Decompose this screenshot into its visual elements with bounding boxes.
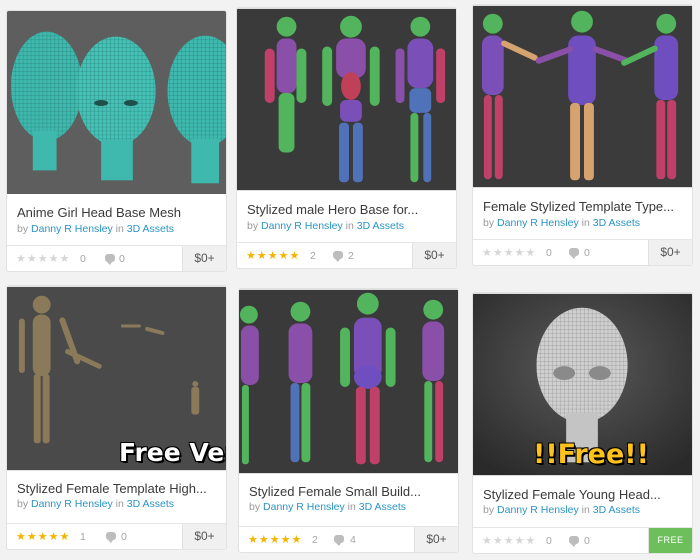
product-byline: by Danny R Hensley in 3D Assets [247,220,404,232]
product-card[interactable]: Female Stylized Template Type... by Dann… [472,4,693,266]
by-label: by [249,501,261,513]
comment-bubble-icon [334,535,344,546]
comment-count: 2 [348,250,354,262]
rating-count: 0 [546,535,552,547]
author-link[interactable]: Danny R Hensley [261,220,343,232]
in-label: in [345,220,354,232]
product-byline: by Danny R Hensley in 3D Assets [17,223,174,235]
comment-count: 4 [350,534,356,546]
comment-count: 0 [121,531,127,543]
product-thumbnail[interactable] [239,289,458,474]
product-title[interactable]: Stylized Female Young Head... [483,487,661,502]
card-footer: ★★★★★ 1 0 $0+ [7,523,226,549]
product-title[interactable]: Stylized Female Template High... [17,481,207,496]
card-footer: ★★★★★ 0 0 $0+ [7,245,226,271]
card-footer: ★★★★★ 2 2 $0+ [237,242,456,268]
by-label: by [17,498,29,510]
in-label: in [581,504,590,516]
by-label: by [247,220,259,232]
category-link[interactable]: 3D Assets [127,223,174,235]
price-button[interactable]: $0+ [414,527,458,552]
in-label: in [115,223,124,235]
comment-bubble-icon [105,254,115,265]
by-label: by [483,217,495,229]
card-footer: ★★★★★ 0 0 $0+ [473,239,692,265]
author-link[interactable]: Danny R Hensley [497,217,579,229]
product-byline: by Danny R Hensley in 3D Assets [483,504,640,516]
in-label: in [115,498,124,510]
free-version-banner: Free Versi [119,438,226,467]
category-link[interactable]: 3D Assets [359,501,406,513]
product-title[interactable]: Stylized male Hero Base for... [247,202,418,217]
head-mesh-image [7,11,226,194]
product-thumbnail[interactable]: !!Free!! [473,293,692,476]
star-rating-icon: ★★★★★ [248,534,303,546]
product-thumbnail[interactable]: Free Versi [7,286,226,471]
product-thumbnail[interactable] [7,11,226,194]
category-link[interactable]: 3D Assets [593,217,640,229]
star-rating-icon: ★★★★★ [16,531,71,543]
free-button[interactable]: FREE [648,528,692,553]
author-link[interactable]: Danny R Hensley [31,498,113,510]
product-thumbnail[interactable] [237,8,456,191]
product-card[interactable]: !!Free!! Stylized Female Young Head... b… [472,292,693,554]
in-label: in [581,217,590,229]
author-link[interactable]: Danny R Hensley [497,504,579,516]
by-label: by [17,223,29,235]
category-link[interactable]: 3D Assets [357,220,404,232]
category-link[interactable]: 3D Assets [593,504,640,516]
price-button[interactable]: $0+ [182,246,226,271]
female-small-build-image [239,289,458,474]
rating-count: 0 [80,253,86,265]
comment-bubble-icon [333,251,343,262]
product-card[interactable]: Stylized male Hero Base for... by Danny … [236,7,457,269]
rating-count: 2 [312,534,318,546]
product-card[interactable]: Free Versi Stylized Female Template High… [6,285,227,550]
price-button[interactable]: $0+ [648,240,692,265]
by-label: by [483,504,495,516]
male-hero-image [237,8,456,191]
product-byline: by Danny R Hensley in 3D Assets [17,498,174,510]
product-title[interactable]: Anime Girl Head Base Mesh [17,205,181,220]
star-rating-icon: ★★★★★ [16,253,71,265]
star-rating-icon: ★★★★★ [482,247,537,259]
in-label: in [347,501,356,513]
comment-count: 0 [119,253,125,265]
comment-count: 0 [584,535,590,547]
product-title[interactable]: Female Stylized Template Type... [483,199,674,214]
author-link[interactable]: Danny R Hensley [31,223,113,235]
category-link[interactable]: 3D Assets [127,498,174,510]
comment-bubble-icon [106,532,116,543]
product-byline: by Danny R Hensley in 3D Assets [483,217,640,229]
product-title[interactable]: Stylized Female Small Build... [249,484,421,499]
product-byline: by Danny R Hensley in 3D Assets [249,501,406,513]
product-card[interactable]: Stylized Female Small Build... by Danny … [238,288,459,553]
card-footer: ★★★★★ 2 4 $0+ [239,526,458,552]
author-link[interactable]: Danny R Hensley [263,501,345,513]
star-rating-icon: ★★★★★ [482,535,537,547]
comment-bubble-icon [569,536,579,547]
rating-count: 0 [546,247,552,259]
rating-count: 2 [310,250,316,262]
product-card[interactable]: Anime Girl Head Base Mesh by Danny R Hen… [6,10,227,272]
price-button[interactable]: $0+ [412,243,456,268]
product-thumbnail[interactable] [473,5,692,188]
free-banner: !!Free!! [533,439,649,470]
card-footer: ★★★★★ 0 0 FREE [473,527,692,553]
star-rating-icon: ★★★★★ [246,250,301,262]
comment-bubble-icon [569,248,579,259]
female-template-image [473,5,692,188]
price-button[interactable]: $0+ [182,524,226,549]
rating-count: 1 [80,531,86,543]
comment-count: 0 [584,247,590,259]
